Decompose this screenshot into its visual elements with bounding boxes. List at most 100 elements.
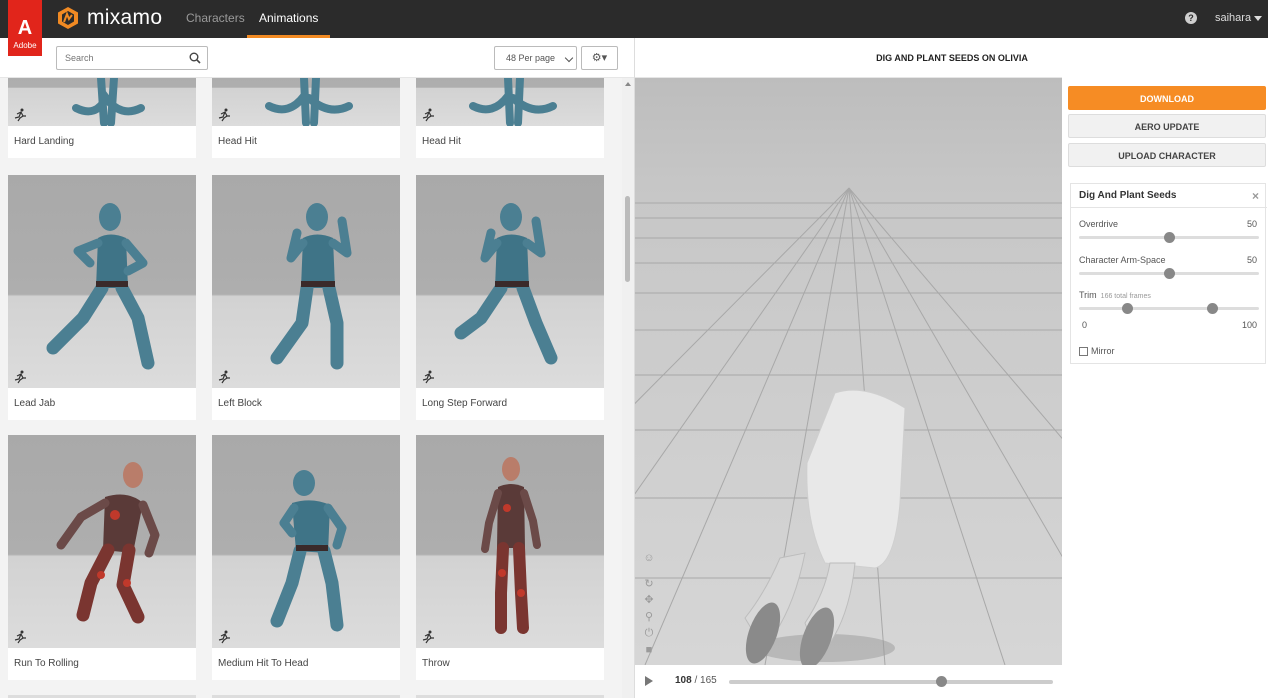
animation-card[interactable]: Throw: [416, 435, 604, 680]
arm-space-value: 50: [1246, 255, 1257, 265]
trim-min: 0: [1082, 320, 1088, 330]
per-page-select[interactable]: 48 Per page: [494, 46, 577, 70]
zoom-icon[interactable]: ⚲: [643, 611, 655, 623]
trim-start-handle[interactable]: [1122, 303, 1134, 314]
running-icon: [218, 370, 230, 384]
grid-scrollbar[interactable]: [622, 78, 634, 698]
animation-card[interactable]: Head Hit: [416, 78, 604, 158]
animation-name: Hard Landing: [14, 136, 75, 147]
animation-card[interactable]: Head Hit: [212, 78, 400, 158]
running-icon: [218, 630, 230, 644]
mirror-checkbox[interactable]: [1079, 346, 1088, 356]
help-icon[interactable]: ?: [1185, 12, 1197, 24]
user-menu[interactable]: saihara: [1215, 12, 1263, 24]
animation-thumbnail: [8, 435, 196, 648]
browser-toolbar: 48 Per page ⚙▾: [0, 38, 634, 78]
face-icon[interactable]: ☺: [643, 552, 655, 564]
animation-card[interactable]: Hard Landing: [8, 78, 196, 158]
overdrive-slider-handle[interactable]: [1163, 232, 1175, 243]
animation-thumbnail: [212, 78, 400, 126]
trim-max: 100: [1241, 320, 1257, 330]
animation-thumbnail: [416, 175, 604, 388]
close-icon[interactable]: ×: [1252, 189, 1259, 203]
character-figure: [469, 78, 557, 126]
adobe-logo[interactable]: A Adobe: [8, 0, 42, 56]
character-figure: [72, 78, 145, 126]
animation-grid: Hard Landing Head Hit Head Hit Lead Jab …: [0, 78, 620, 698]
mirror-label: Mirror: [1091, 346, 1115, 356]
settings-dropdown[interactable]: ⚙▾: [581, 46, 618, 70]
upload-character-button[interactable]: UPLOAD CHARACTER: [1068, 143, 1266, 167]
camera-icon[interactable]: ■: [643, 644, 655, 656]
animation-name: Run To Rolling: [14, 658, 79, 669]
animation-name: Long Step Forward: [422, 398, 508, 409]
chevron-down-icon: [1254, 15, 1263, 21]
arm-space-slider-handle[interactable]: [1163, 268, 1175, 279]
running-icon: [14, 630, 26, 644]
character-figure: [454, 203, 558, 365]
animation-name: Throw: [422, 658, 450, 669]
adobe-glyph: A: [17, 17, 33, 39]
animation-name: Left Block: [218, 398, 262, 409]
total-frames: 165: [700, 675, 717, 686]
animation-browser: 48 Per page ⚙▾ Hard Landing Head Hit: [0, 38, 634, 698]
arm-space-label: Character Arm-Space: [1079, 255, 1166, 265]
viewer-panel: DIG AND PLANT SEEDS ON OLIVIA ☺ ↻ ✥ ⚲ ⏻ …: [634, 38, 1268, 698]
animation-thumbnail: [416, 435, 604, 648]
timeline-scrubber[interactable]: [935, 676, 947, 687]
trim-slider[interactable]: [1079, 303, 1259, 314]
mirror-option[interactable]: Mirror: [1079, 346, 1115, 356]
3d-viewport[interactable]: ☺ ↻ ✥ ⚲ ⏻ ■: [635, 78, 1062, 665]
trim-end-handle[interactable]: [1206, 303, 1218, 314]
character-figure: [270, 203, 352, 370]
timeline-track[interactable]: [729, 676, 1053, 687]
running-icon: [14, 108, 26, 122]
character-figure: [270, 470, 347, 632]
character-figure: [56, 462, 160, 624]
running-icon: [218, 108, 230, 122]
scroll-up-icon[interactable]: [625, 82, 631, 86]
mixamo-logo-icon: [58, 7, 78, 29]
reset-icon[interactable]: ⏻: [643, 627, 655, 639]
arm-space-slider[interactable]: [1079, 268, 1259, 279]
animation-card[interactable]: Left Block: [212, 175, 400, 420]
search-icon[interactable]: [189, 52, 201, 64]
running-icon: [422, 108, 434, 122]
frame-separator: /: [691, 675, 701, 686]
trim-label: Trim 166 total frames: [1079, 290, 1151, 300]
running-icon: [14, 370, 26, 384]
overdrive-value: 50: [1246, 219, 1257, 229]
tab-animations[interactable]: Animations: [247, 0, 331, 38]
trim-title: Trim: [1079, 290, 1097, 300]
mixamo-logo[interactable]: mixamo: [56, 6, 162, 30]
rotate-icon[interactable]: ↻: [643, 578, 655, 590]
adobe-label: Adobe: [13, 41, 37, 50]
search-input[interactable]: [65, 47, 189, 69]
character-model: [744, 389, 906, 665]
playback-bar: 108 / 165: [635, 665, 1062, 698]
gear-icon: ⚙▾: [591, 52, 608, 64]
overdrive-slider[interactable]: [1079, 232, 1259, 243]
tab-characters[interactable]: Characters: [186, 0, 245, 38]
character-figure: [481, 457, 541, 634]
running-icon: [422, 630, 434, 644]
current-frame: 108: [675, 675, 692, 686]
animation-name: Medium Hit To Head: [218, 658, 309, 669]
aero-update-button[interactable]: AERO UPDATE: [1068, 114, 1266, 138]
download-button[interactable]: DOWNLOAD: [1068, 86, 1266, 110]
animation-thumbnail: [8, 78, 196, 126]
scroll-thumb[interactable]: [625, 196, 630, 282]
chevron-down-icon: [564, 53, 574, 63]
animation-card[interactable]: Medium Hit To Head: [212, 435, 400, 680]
overdrive-label: Overdrive: [1079, 219, 1119, 229]
animation-thumbnail: [8, 175, 196, 388]
username: saihara: [1215, 12, 1252, 24]
animation-card[interactable]: Run To Rolling: [8, 435, 196, 680]
animation-card[interactable]: Lead Jab: [8, 175, 196, 420]
character-figure: [265, 78, 353, 126]
animation-card[interactable]: Long Step Forward: [416, 175, 604, 420]
animation-settings-panel: Dig And Plant Seeds × Overdrive 50 Chara…: [1070, 183, 1267, 364]
search-box[interactable]: [56, 46, 208, 70]
pan-icon[interactable]: ✥: [643, 594, 655, 606]
play-icon[interactable]: [645, 676, 653, 686]
